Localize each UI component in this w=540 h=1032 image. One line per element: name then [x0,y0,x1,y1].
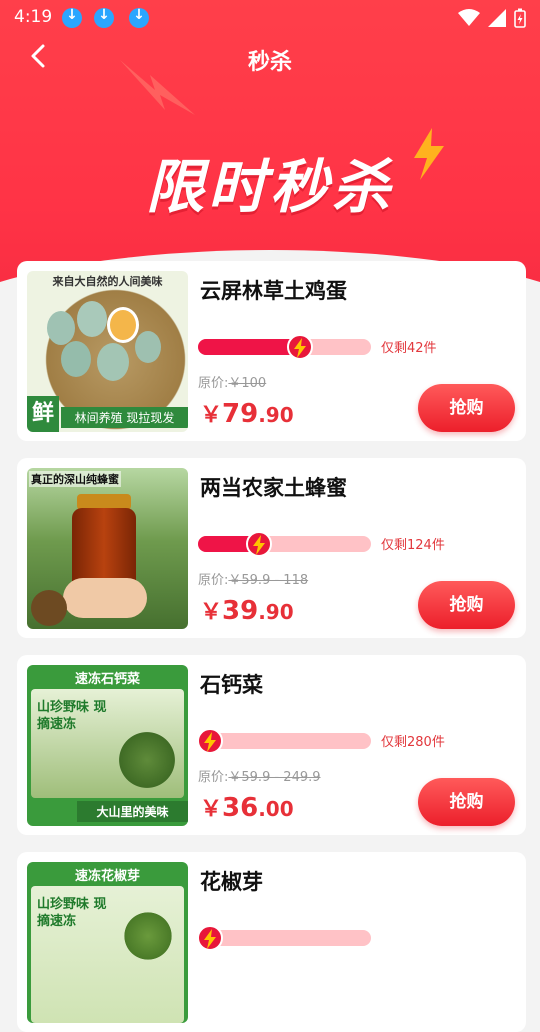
thumb-caption: 真正的深山纯蜂蜜 [29,471,121,487]
lightning-icon [414,128,444,180]
product-name[interactable]: 石钙菜 [200,669,263,699]
stock-progress-bar [198,334,371,360]
buy-button[interactable]: 抢购 [418,778,515,826]
product-image[interactable]: 真正的深山纯蜂蜜 [27,468,188,629]
product-card[interactable]: 速冻石钙菜 山珍野味 现摘速冻 大山里的美味 石钙菜 仅剩280件 原价:￥59… [17,655,526,835]
lightning-knob-icon [197,728,223,754]
remaining-stock: 仅剩280件 [381,735,445,750]
remaining-stock: 仅剩124件 [381,538,445,553]
download-notification-icon [62,7,82,28]
product-name[interactable]: 两当农家土蜂蜜 [200,472,347,502]
product-card[interactable]: 真正的深山纯蜂蜜 两当农家土蜂蜜 仅剩124件 原价:￥59.9 - 118 ￥… [17,458,526,638]
product-name[interactable]: 云屏林草土鸡蛋 [200,275,347,305]
stock-progress-bar [198,531,371,557]
original-price: 原价:￥59.9 - 118 [198,573,309,588]
system-icons [458,8,526,28]
product-image[interactable]: 来自大自然的人间美味 鲜 林间养殖 现拉现发 [27,271,188,432]
battery-icon [514,8,526,28]
product-name[interactable]: 花椒芽 [200,866,263,896]
remaining-stock: 仅剩42件 [381,341,437,356]
lightning-knob-icon [246,531,272,557]
download-notification-icon [94,7,114,28]
thumb-badge: 山珍野味 现摘速冻 [37,897,107,929]
product-card[interactable]: 速冻花椒芽 山珍野味 现摘速冻 花椒芽 [17,852,526,1032]
thumb-caption: 速冻石钙菜 [74,672,140,687]
lightning-knob-icon [197,925,223,951]
product-card[interactable]: 来自大自然的人间美味 鲜 林间养殖 现拉现发 云屏林草土鸡蛋 仅剩42件 原价:… [17,261,526,441]
product-image[interactable]: 速冻石钙菜 山珍野味 现摘速冻 大山里的美味 [27,665,188,826]
thumb-caption: 速冻花椒芽 [74,869,140,884]
wifi-icon [458,9,480,26]
thumb-footer: 林间养殖 现拉现发 [61,407,188,428]
stock-progress-bar [197,925,371,951]
thumb-footer: 大山里的美味 [77,801,188,822]
buy-button[interactable]: 抢购 [418,581,515,629]
signal-icon [488,9,506,27]
thumb-caption: 来自大自然的人间美味 [52,275,163,288]
status-bar: 4:19 [0,0,540,36]
thumb-badge: 山珍野味 现摘速冻 [37,700,107,732]
flash-sale-banner: 限时秒杀 [145,153,394,221]
lightning-knob-icon [287,334,313,360]
buy-button[interactable]: 抢购 [418,384,515,432]
page-title: 秒杀 [247,50,292,75]
product-image[interactable]: 速冻花椒芽 山珍野味 现摘速冻 [27,862,188,1023]
fresh-badge: 鲜 [27,396,59,432]
download-notification-icon [129,7,149,28]
status-time: 4:19 [14,7,53,27]
sale-price: ￥39.90 [200,596,294,626]
sale-price: ￥79.90 [200,399,294,429]
sale-price: ￥36.00 [200,793,294,823]
original-price: 原价:￥100 [198,376,267,391]
original-price: 原价:￥59.9 - 249.9 [198,770,321,785]
stock-progress-bar [197,728,371,754]
nav-header: 秒杀 [0,36,540,80]
